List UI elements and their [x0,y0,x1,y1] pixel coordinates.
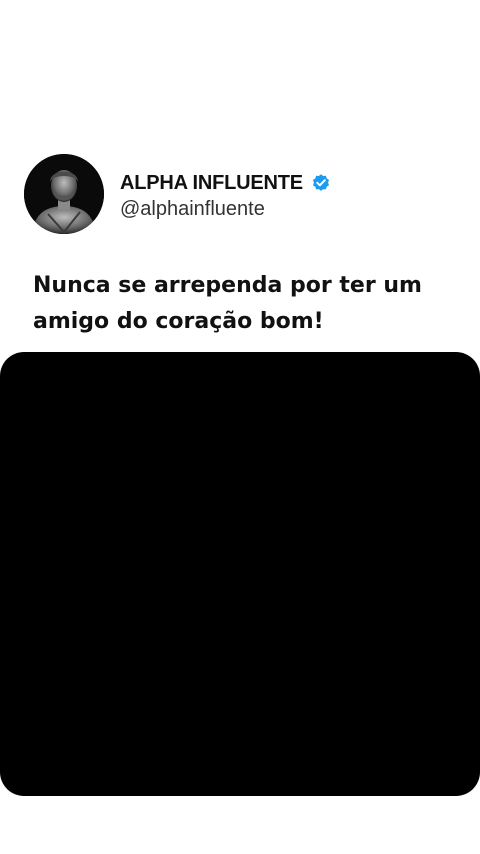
post-text: Nunca se arrependa por ter um amigo do c… [33,273,422,334]
display-name[interactable]: ALPHA INFLUENTE [120,172,303,195]
handle[interactable]: @alphainfluente [120,198,331,221]
post-header: ALPHA INFLUENTE @alphainfluente [24,154,456,234]
verified-badge-icon [311,173,331,193]
statue-bust-icon [24,154,104,234]
name-row: ALPHA INFLUENTE [120,170,331,196]
author-identity: ALPHA INFLUENTE @alphainfluente [120,170,331,221]
avatar[interactable] [24,154,104,234]
post-media[interactable] [0,352,480,796]
